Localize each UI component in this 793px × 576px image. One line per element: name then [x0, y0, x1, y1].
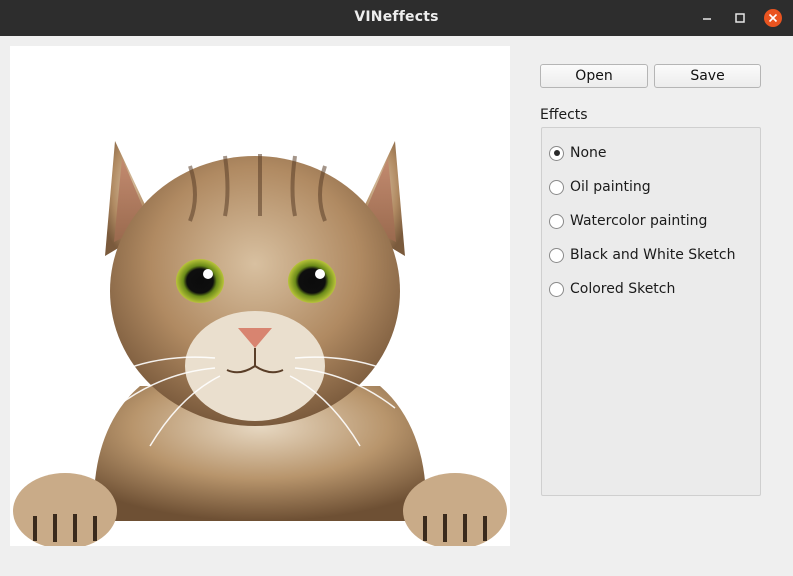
open-button[interactable]: Open [540, 64, 648, 88]
maximize-icon [735, 13, 745, 23]
effect-label-colored-sketch: Colored Sketch [570, 281, 676, 297]
close-icon [764, 9, 782, 27]
effect-label-none: None [570, 145, 607, 161]
effect-option-oil-painting[interactable]: Oil painting [549, 176, 651, 198]
radio-watercolor-painting[interactable] [549, 213, 564, 229]
window-title: VINeffects [354, 9, 439, 25]
effect-option-watercolor-painting[interactable]: Watercolor painting [549, 210, 707, 232]
maximize-button[interactable] [730, 8, 750, 28]
effect-option-none[interactable]: None [549, 142, 607, 164]
radio-colored-sketch[interactable] [549, 281, 564, 297]
effect-label-black-and-white-sketch: Black and White Sketch [570, 247, 736, 263]
effect-option-colored-sketch[interactable]: Colored Sketch [549, 278, 675, 300]
effects-group-label: Effects [540, 107, 588, 123]
minimize-button[interactable] [697, 8, 717, 28]
effect-label-watercolor-painting: Watercolor painting [570, 213, 708, 229]
save-button[interactable]: Save [654, 64, 761, 88]
cat-photo [13, 141, 507, 546]
effect-option-black-and-white-sketch[interactable]: Black and White Sketch [549, 244, 735, 266]
title-bar: VINeffects [0, 0, 793, 36]
effect-label-oil-painting: Oil painting [570, 179, 651, 195]
radio-black-and-white-sketch[interactable] [549, 247, 564, 263]
main-window: Open Save Effects None Oil painting Wate… [0, 36, 793, 576]
radio-none[interactable] [549, 145, 564, 161]
close-button[interactable] [763, 8, 783, 28]
image-preview [10, 46, 510, 546]
minimize-icon [703, 18, 711, 20]
radio-oil-painting[interactable] [549, 179, 564, 195]
